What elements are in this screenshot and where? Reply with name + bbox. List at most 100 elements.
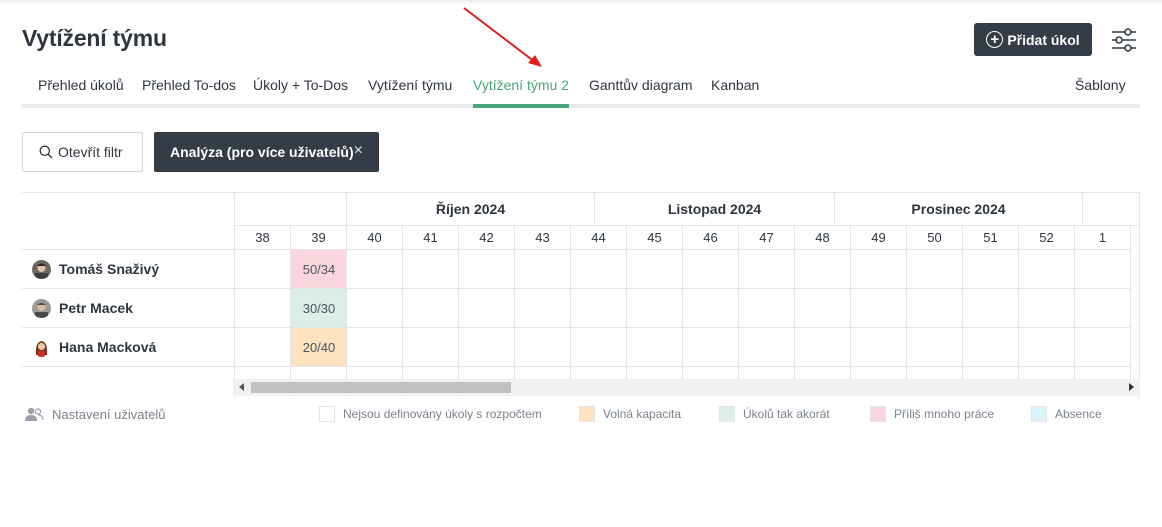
tab-ukoly-todos[interactable]: Úkoly + To-Dos — [253, 77, 348, 93]
week-header: 43 — [515, 226, 571, 250]
grid-cell — [907, 328, 963, 367]
grid-cell — [515, 289, 571, 328]
grid-cell — [851, 250, 907, 289]
open-filter-button[interactable]: Otevřít filtr — [22, 132, 143, 172]
scroll-left-arrow-icon[interactable] — [239, 383, 244, 391]
avatar — [32, 259, 51, 279]
legend-swatch — [1031, 406, 1047, 422]
workload-value[interactable]: 20/40 — [291, 328, 347, 366]
grid-cell — [1019, 250, 1075, 289]
month-header-empty — [235, 193, 347, 226]
grid-cell — [739, 289, 795, 328]
user-row-empty — [22, 367, 235, 398]
avatar — [32, 298, 51, 318]
grid-cell — [459, 250, 515, 289]
close-icon[interactable]: × — [354, 142, 363, 160]
legend-label: Absence — [1055, 407, 1102, 421]
legend-item: Úkolů tak akorát — [719, 406, 830, 422]
grid-cell — [683, 250, 739, 289]
user-name: Petr Macek — [59, 300, 133, 316]
add-task-button[interactable]: + Přidat úkol — [974, 23, 1092, 56]
tab-sablony[interactable]: Šablony — [1075, 77, 1126, 93]
tab-bar: Přehled úkolů Přehled To-dos Úkoly + To-… — [22, 75, 1140, 108]
legend-label: Příliš mnoho práce — [894, 407, 995, 421]
workload-value[interactable]: 50/34 — [291, 250, 347, 288]
grid-cell — [515, 328, 571, 367]
grid-cell — [459, 328, 515, 367]
grid-footer: Nastavení uživatelů Nejsou definovány úk… — [0, 398, 1162, 430]
legend-item: Nejsou definovány úkoly s rozpočtem — [319, 406, 542, 422]
users-icon — [25, 407, 44, 421]
grid-cell — [963, 250, 1019, 289]
grid-cell — [235, 250, 291, 289]
grid-cell — [571, 250, 627, 289]
legend-swatch — [870, 406, 886, 422]
week-header: 45 — [627, 226, 683, 250]
week-header: 48 — [795, 226, 851, 250]
week-header: 50 — [907, 226, 963, 250]
user-settings-button[interactable]: Nastavení uživatelů — [24, 406, 165, 422]
open-filter-label: Otevřít filtr — [58, 144, 123, 160]
month-header: Listopad 2024 — [595, 193, 835, 226]
page-title: Vytížení týmu — [22, 25, 167, 51]
legend-item: Volná kapacita — [579, 406, 681, 422]
legend-label: Úkolů tak akorát — [743, 407, 830, 421]
week-header: 51 — [963, 226, 1019, 250]
week-header: 46 — [683, 226, 739, 250]
week-header: 39 — [291, 226, 347, 250]
grid-cell — [1019, 328, 1075, 367]
tab-gantt[interactable]: Ganttův diagram — [589, 77, 693, 93]
legend-item: Příliš mnoho práce — [870, 406, 994, 422]
grid-cell — [403, 250, 459, 289]
grid-cell — [739, 328, 795, 367]
grid-cell — [795, 250, 851, 289]
grid-cell — [1019, 289, 1075, 328]
legend-swatch — [579, 406, 595, 422]
week-header: 49 — [851, 226, 907, 250]
week-header: 41 — [403, 226, 459, 250]
tab-kanban[interactable]: Kanban — [711, 77, 759, 93]
week-header: 40 — [347, 226, 403, 250]
grid-cell — [235, 328, 291, 367]
tab-vytizeni-tymu-2[interactable]: Vytížení týmu 2 — [473, 77, 569, 93]
active-tab-indicator — [473, 104, 569, 108]
workload-value[interactable]: 30/30 — [291, 289, 347, 327]
legend-item: Absence — [1031, 406, 1102, 422]
top-shadow — [0, 0, 1162, 4]
tab-vytizeni-tymu[interactable]: Vytížení týmu — [368, 77, 452, 93]
grid-cell — [403, 289, 459, 328]
scrollbar-thumb[interactable] — [251, 382, 511, 393]
month-header: Říjen 2024 — [347, 193, 595, 226]
avatar — [32, 337, 51, 357]
user-name: Tomáš Snaživý — [59, 261, 160, 277]
grid-cell — [963, 328, 1019, 367]
month-header: Prosinec 2024 — [835, 193, 1083, 226]
grid-cell — [347, 289, 403, 328]
tab-prehled-todos[interactable]: Přehled To-dos — [142, 77, 236, 93]
grid-cell — [571, 289, 627, 328]
user-settings-label: Nastavení uživatelů — [52, 406, 166, 422]
month-header-empty — [1083, 193, 1139, 226]
week-header: 52 — [1019, 226, 1075, 250]
workload-grid: Říjen 2024 Listopad 2024 Prosinec 2024 3… — [22, 192, 1140, 398]
grid-cell — [907, 250, 963, 289]
plus-circle-icon: + — [986, 31, 1004, 48]
tab-prehled-ukolu[interactable]: Přehled úkolů — [38, 77, 124, 93]
grid-cell — [907, 289, 963, 328]
user-row[interactable]: Tomáš Snaživý — [22, 250, 235, 289]
add-task-label: Přidat úkol — [1007, 31, 1080, 48]
pointer-arrow-icon — [463, 7, 542, 67]
grid-cell — [627, 328, 683, 367]
grid-cell — [851, 289, 907, 328]
legend-swatch — [719, 406, 735, 422]
scroll-right-arrow-icon[interactable] — [1129, 383, 1134, 391]
user-row[interactable]: Petr Macek — [22, 289, 235, 328]
sliders-icon[interactable] — [1110, 27, 1138, 53]
week-header: 1 — [1075, 226, 1131, 250]
user-row[interactable]: Hana Macková — [22, 328, 235, 367]
legend-label: Volná kapacita — [603, 407, 682, 421]
analysis-filter-chip[interactable]: Analýza (pro více uživatelů) × — [154, 132, 379, 172]
grid-cell — [1075, 250, 1131, 289]
analysis-filter-label: Analýza (pro více uživatelů) — [170, 144, 354, 160]
grid-cell — [459, 289, 515, 328]
